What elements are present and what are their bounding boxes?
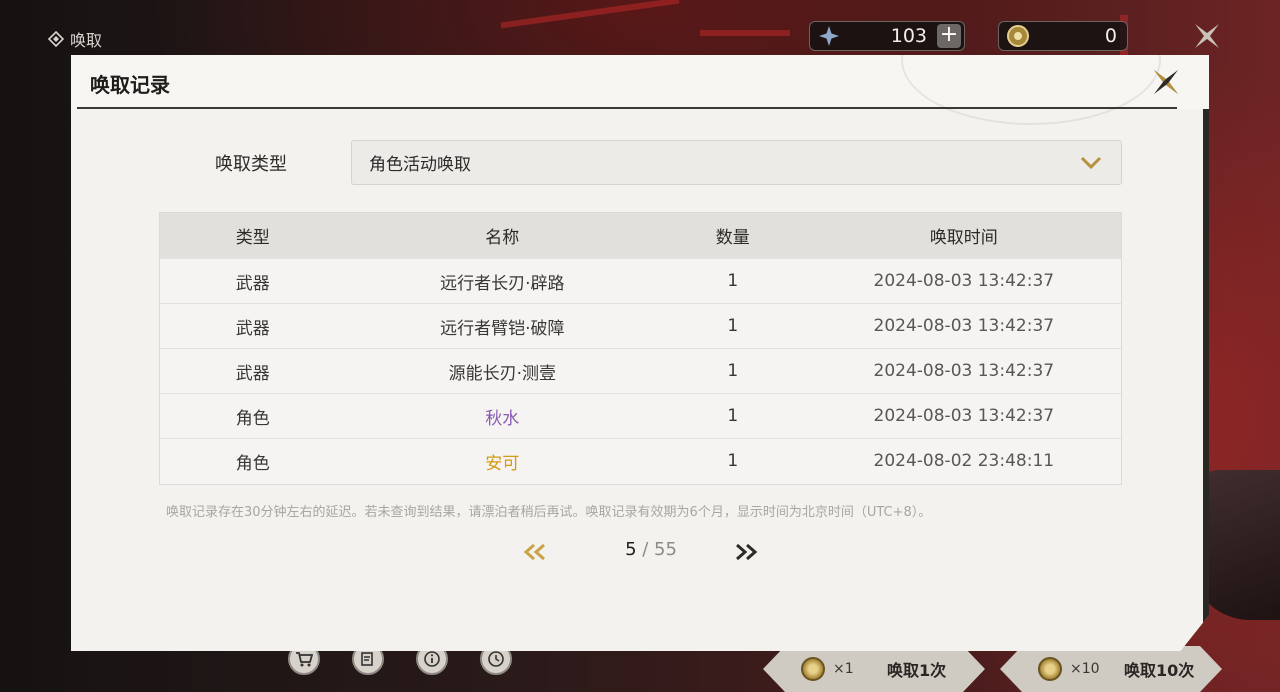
next-page-button[interactable] <box>732 541 760 563</box>
pull-type-value: 角色活动唤取 <box>369 155 471 175</box>
star-currency-value: 103 <box>890 25 927 47</box>
dialog-header: 唤取记录 <box>71 55 1209 125</box>
row-type: 武器 <box>235 318 270 339</box>
row-type: 角色 <box>235 453 270 474</box>
row-name-four-star: 秋水 <box>485 408 520 429</box>
table-row: 角色 秋水 1 2024-08-03 13:42:37 <box>160 393 1121 438</box>
double-chevron-left-icon <box>523 543 545 561</box>
table-row: 武器 源能长刃·测壹 1 2024-08-03 13:42:37 <box>160 348 1121 393</box>
star-currency-display: 103 + <box>809 21 965 51</box>
dialog-close-icon[interactable] <box>1149 65 1183 99</box>
chevron-down-icon <box>1080 156 1102 170</box>
row-quantity: 1 <box>727 316 739 336</box>
coin-currency-icon <box>1005 23 1031 49</box>
pull-once-label: 唤取1次 <box>887 661 947 680</box>
star-currency-icon <box>816 23 842 49</box>
page-title-text: 唤取 <box>70 31 103 50</box>
dialog-title: 唤取记录 <box>90 73 170 97</box>
table-row: 角色 安可 1 2024-08-02 23:48:11 <box>160 438 1121 483</box>
row-time: 2024-08-03 13:42:37 <box>873 406 1055 426</box>
row-time: 2024-08-03 13:42:37 <box>873 316 1055 336</box>
header-divider <box>77 107 1177 109</box>
column-header-time: 唤取时间 <box>929 228 998 248</box>
row-name: 远行者长刃·辟路 <box>440 273 565 294</box>
pull-history-dialog: 唤取记录 唤取类型 角色活动唤取 类型 名称 数量 唤取时间 武器 远行者长刃·… <box>71 55 1209 651</box>
coin-currency-value: 0 <box>1104 25 1117 47</box>
row-type: 武器 <box>235 273 270 294</box>
page-close-icon[interactable] <box>1190 19 1224 53</box>
pull-ten-button[interactable]: ×10 唤取10次 <box>1000 646 1222 692</box>
row-quantity: 1 <box>727 451 739 471</box>
pull-type-label: 唤取类型 <box>215 154 287 175</box>
column-header-type: 类型 <box>235 228 270 248</box>
pull-ten-cost: ×10 <box>1070 661 1100 677</box>
pull-once-cost: ×1 <box>833 661 854 677</box>
page-indicator: 5 / 55 <box>591 539 711 560</box>
total-pages: 55 <box>654 539 677 560</box>
row-time: 2024-08-03 13:42:37 <box>873 271 1055 291</box>
current-page: 5 <box>625 539 637 560</box>
add-currency-button[interactable]: + <box>937 24 961 48</box>
row-name: 源能长刃·测壹 <box>448 363 556 384</box>
coin-currency-display: 0 <box>998 21 1128 51</box>
previous-page-button[interactable] <box>521 541 549 563</box>
table-row: 武器 远行者臂铠·破障 1 2024-08-03 13:42:37 <box>160 303 1121 348</box>
row-name: 远行者臂铠·破障 <box>440 318 565 339</box>
double-chevron-right-icon <box>736 543 758 561</box>
page-title: 唤取 <box>48 28 102 50</box>
row-time: 2024-08-03 13:42:37 <box>873 361 1055 381</box>
row-quantity: 1 <box>727 361 739 381</box>
row-quantity: 1 <box>727 406 739 426</box>
row-name-five-star: 安可 <box>485 453 520 474</box>
page-separator: / <box>636 539 655 560</box>
row-quantity: 1 <box>727 271 739 291</box>
row-time: 2024-08-02 23:48:11 <box>873 451 1055 471</box>
history-table: 类型 名称 数量 唤取时间 武器 远行者长刃·辟路 1 2024-08-03 1… <box>159 212 1122 485</box>
table-row: 武器 远行者长刃·辟路 1 2024-08-03 13:42:37 <box>160 258 1121 303</box>
pull-coin-icon <box>1038 657 1062 681</box>
row-type: 角色 <box>235 408 270 429</box>
pull-type-select[interactable]: 角色活动唤取 <box>351 140 1122 185</box>
table-header: 类型 名称 数量 唤取时间 <box>160 213 1121 258</box>
column-header-quantity: 数量 <box>715 228 750 248</box>
pull-coin-icon <box>801 657 825 681</box>
column-header-name: 名称 <box>485 228 520 248</box>
delay-notice: 唤取记录存在30分钟左右的延迟。若未查询到结果，请漂泊者稍后再试。唤取记录有效期… <box>166 505 932 520</box>
gacha-diamond-icon <box>48 31 64 47</box>
pull-once-button[interactable]: ×1 唤取1次 <box>763 646 985 692</box>
pull-ten-label: 唤取10次 <box>1124 661 1195 680</box>
row-type: 武器 <box>235 363 270 384</box>
